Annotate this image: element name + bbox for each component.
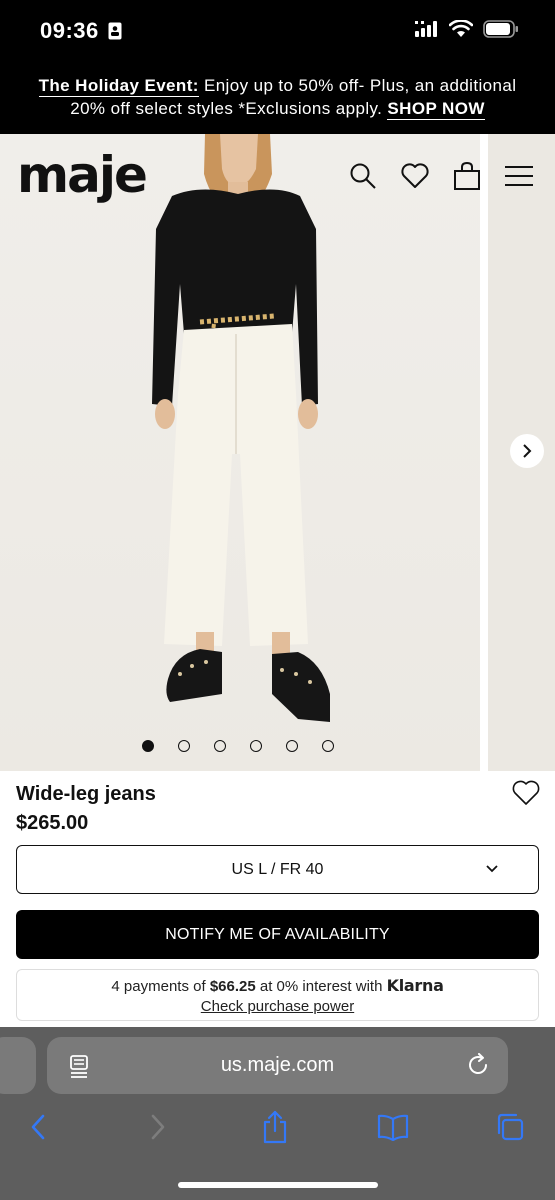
add-to-wishlist-button[interactable] [511,779,541,812]
header-nav-icons [347,160,535,192]
status-time: 09:36 [40,18,99,43]
reload-icon[interactable] [466,1053,490,1077]
klarna-amount: $66.25 [209,978,256,995]
wishlist-button[interactable] [399,160,431,192]
product-price: $265.00 [16,812,89,834]
carousel-dot[interactable] [286,740,298,752]
klarna-middle: at 0% interest with [255,978,387,995]
product-image [0,134,480,771]
cart-button[interactable] [451,160,483,192]
menu-icon [505,166,533,186]
search-button[interactable] [347,160,379,192]
previous-tab-peek[interactable] [0,1037,36,1094]
klarna-line: 4 payments of $66.25 at 0% interest with… [17,976,538,997]
carousel-pagination [142,740,334,752]
promo-banner: The Holiday Event: Enjoy up to 50% off- … [0,64,555,134]
promo-line-2: 20% off select styles *Exclusions apply.… [0,97,555,120]
status-bar: 09:36 [0,0,555,64]
product-info: Wide-leg jeans $265.00 US L / FR 40 NOTI… [0,771,555,1027]
carousel-next-button[interactable] [510,434,544,468]
model-photo [152,134,330,722]
chevron-left-icon [31,1114,45,1140]
carousel-dot[interactable] [322,740,334,752]
bag-icon [454,161,480,190]
size-select[interactable]: US L / FR 40 [16,845,539,894]
maje-logo[interactable]: maje [17,150,148,200]
carousel-dot[interactable] [250,740,262,752]
menu-button[interactable] [503,160,535,192]
promo-text-2: 20% off select styles *Exclusions apply. [70,99,388,118]
carousel-dot[interactable] [178,740,190,752]
forward-button[interactable] [138,1107,178,1147]
browser-toolbar [0,1107,555,1151]
product-name: Wide-leg jeans [16,783,156,805]
heart-icon [401,163,429,188]
notify-button-label: NOTIFY ME OF AVAILABILITY [165,925,390,943]
carousel-dot[interactable] [214,740,226,752]
notify-availability-button[interactable]: NOTIFY ME OF AVAILABILITY [16,910,539,959]
home-indicator[interactable] [178,1182,378,1188]
back-button[interactable] [18,1107,58,1147]
klarna-prefix: 4 payments of [111,978,210,995]
chevron-right-icon [151,1114,165,1140]
shop-now-link[interactable]: SHOP NOW [387,99,485,120]
cellular-signal-icon [415,21,437,37]
heart-icon [512,780,540,805]
carousel-dot[interactable] [142,740,154,752]
product-image-carousel[interactable]: maje [0,134,555,771]
promo-line-1: The Holiday Event: Enjoy up to 50% off- … [0,74,555,97]
wifi-icon [449,20,473,37]
contact-card-icon [108,22,122,40]
promo-text-1: Enjoy up to 50% off- Plus, an additional [198,76,517,95]
share-icon [263,1110,287,1144]
klarna-logo: Klarna [386,976,444,995]
battery-icon [483,20,518,38]
browser-chrome: us.maje.com [0,1027,555,1200]
book-icon [377,1114,409,1141]
url-text: us.maje.com [220,1054,335,1076]
bookmarks-button[interactable] [373,1107,413,1147]
size-select-value: US L / FR 40 [231,860,324,878]
chevron-down-icon [486,865,498,873]
status-icons [415,20,519,38]
tabs-button[interactable] [490,1107,530,1147]
chevron-right-icon [523,444,532,458]
carousel-separator [480,134,488,771]
address-bar[interactable]: us.maje.com [47,1037,508,1094]
tabs-icon [497,1113,524,1141]
promo-title: The Holiday Event: [38,76,199,97]
klarna-widget: 4 payments of $66.25 at 0% interest with… [16,969,539,1021]
search-icon [350,163,376,189]
check-purchase-power-link[interactable]: Check purchase power [201,998,354,1015]
share-button[interactable] [255,1107,295,1147]
